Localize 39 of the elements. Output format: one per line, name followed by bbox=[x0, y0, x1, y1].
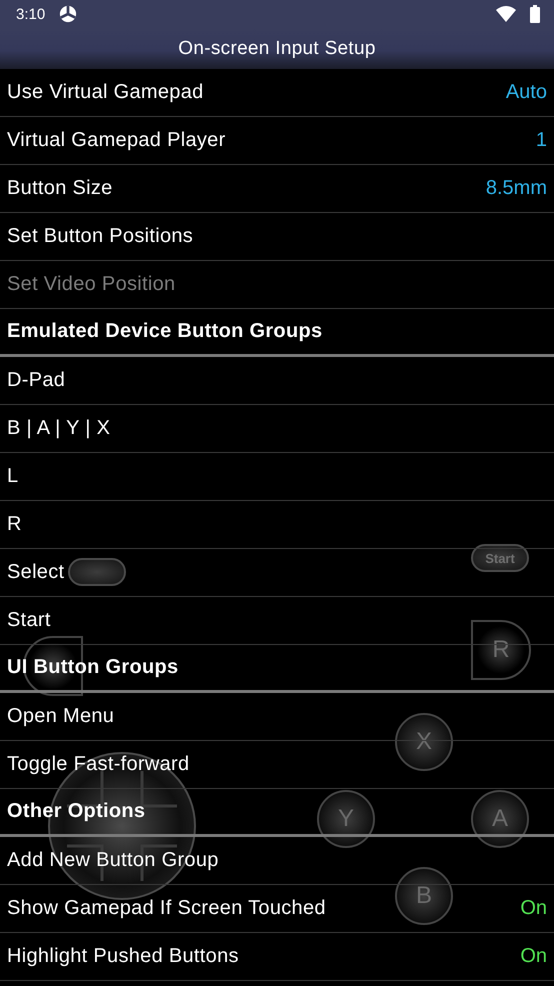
setting-label: Virtual Gamepad Player bbox=[7, 129, 226, 152]
setting-label: Button Size bbox=[7, 177, 113, 200]
section-header: Other Options bbox=[7, 800, 146, 823]
settings-row[interactable]: Virtual Gamepad Player 1 bbox=[0, 117, 554, 165]
settings-row[interactable]: Use Virtual Gamepad Auto bbox=[0, 69, 554, 117]
screen-title: On-screen Input Setup bbox=[178, 38, 376, 60]
setting-label: Select bbox=[7, 561, 64, 584]
battery-icon bbox=[530, 5, 540, 23]
settings-row[interactable]: R bbox=[0, 501, 554, 549]
settings-row[interactable]: D-Pad bbox=[0, 357, 554, 405]
settings-row[interactable]: B | A | Y | X bbox=[0, 405, 554, 453]
toggle-state: On bbox=[520, 945, 547, 968]
setting-label: Start bbox=[7, 609, 51, 632]
setting-value: Auto bbox=[506, 81, 547, 104]
wifi-icon bbox=[496, 6, 516, 22]
setting-label: Show Gamepad If Screen Touched bbox=[7, 897, 326, 920]
setting-label: D-Pad bbox=[7, 369, 66, 392]
settings-row[interactable]: Button Size 8.5mm bbox=[0, 165, 554, 213]
settings-row[interactable]: Set Button Positions bbox=[0, 213, 554, 261]
setting-value: 8.5mm bbox=[486, 177, 547, 200]
sync-icon bbox=[59, 5, 78, 23]
setting-label: Add New Button Group bbox=[7, 849, 219, 872]
setting-label: Use Virtual Gamepad bbox=[7, 81, 204, 104]
status-time: 3:10 bbox=[16, 6, 46, 22]
setting-label: Toggle Fast-forward bbox=[7, 753, 190, 776]
section-header: Emulated Device Button Groups bbox=[7, 320, 322, 343]
setting-label: R bbox=[7, 513, 22, 536]
setting-label: Set Button Positions bbox=[7, 225, 194, 248]
setting-label: Highlight Pushed Buttons bbox=[7, 945, 239, 968]
setting-label: B | A | Y | X bbox=[7, 417, 110, 440]
setting-label: Set Video Position bbox=[7, 273, 176, 296]
setting-label: Open Menu bbox=[7, 705, 114, 728]
toggle-state: On bbox=[520, 897, 547, 920]
setting-label: L bbox=[7, 465, 18, 488]
settings-row[interactable]: L bbox=[0, 453, 554, 501]
section-header: UI Button Groups bbox=[7, 656, 178, 679]
settings-row[interactable]: Add New Button Group bbox=[0, 837, 554, 885]
setting-value: 1 bbox=[536, 129, 547, 152]
settings-row[interactable]: Highlight Pushed Buttons On bbox=[0, 933, 554, 981]
